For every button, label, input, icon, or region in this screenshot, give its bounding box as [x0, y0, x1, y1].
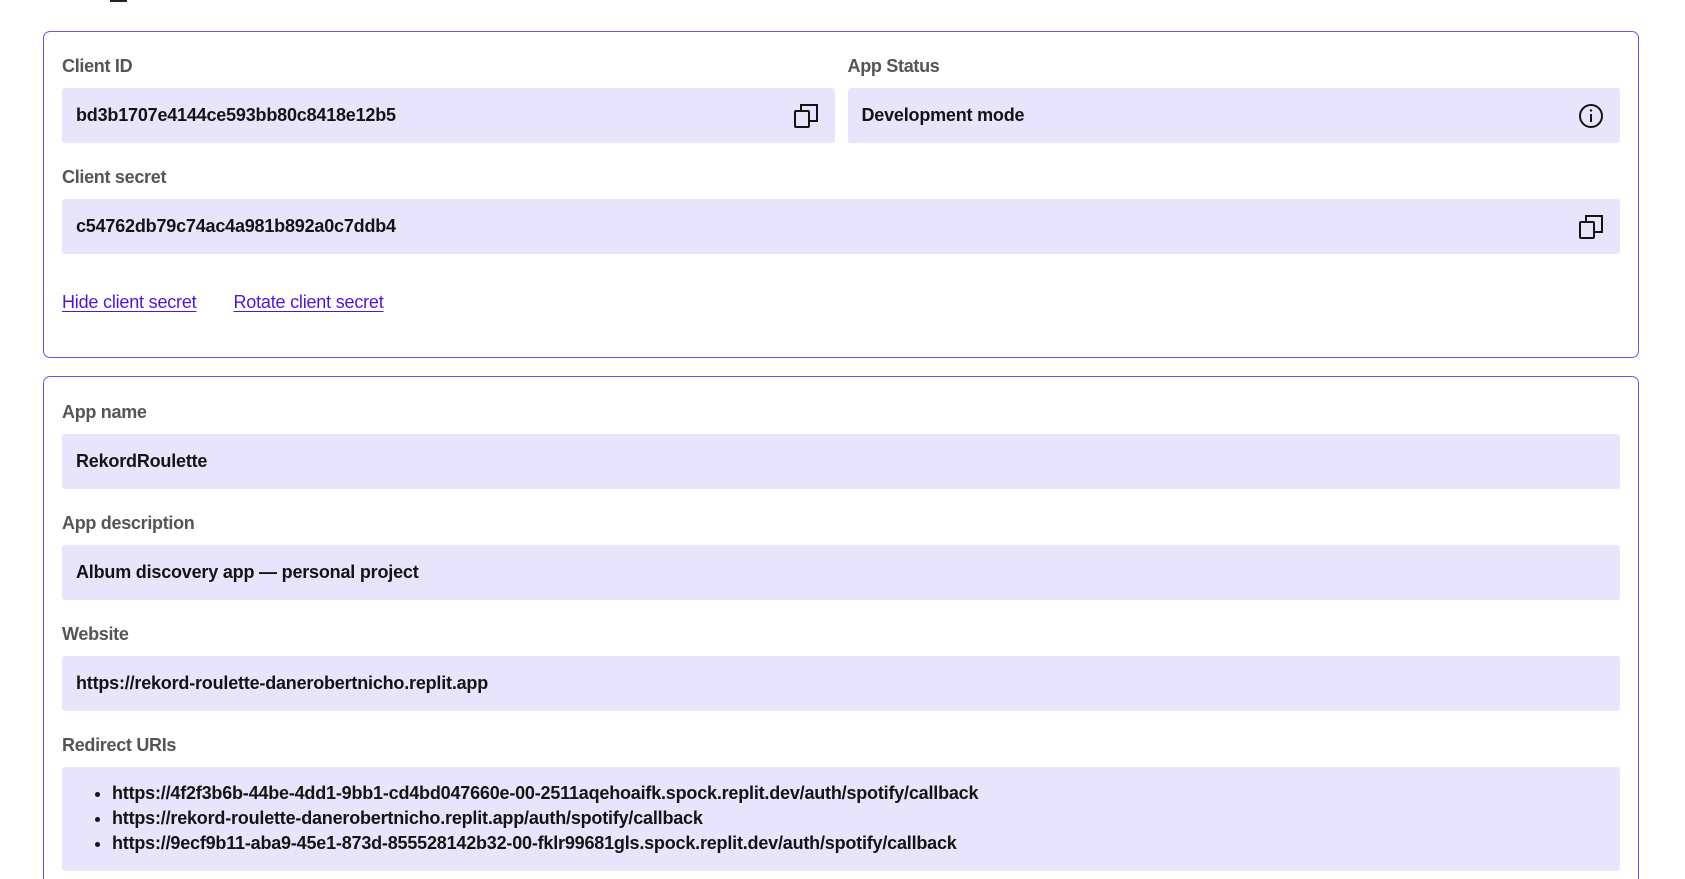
app-status-section: App Status Development mode [847, 54, 1620, 143]
copy-client-id-button[interactable] [791, 101, 821, 131]
secret-actions: Hide client secret Rotate client secret [62, 292, 1620, 313]
app-description-section: App description Album discovery app — pe… [62, 511, 1620, 600]
website-section: Website https://rekord-roulette-danerobe… [62, 622, 1620, 711]
client-secret-section: Client secret c54762db79c74ac4a981b892a0… [62, 165, 1620, 254]
app-details-card: App name RekordRoulette App description … [43, 376, 1639, 879]
redirect-uri-item: https://rekord-roulette-danerobertnicho.… [112, 806, 1606, 831]
redirect-uris-field: https://4f2f3b6b-44be-4dd1-9bb1-cd4bd047… [62, 767, 1620, 871]
redirect-uri-item: https://4f2f3b6b-44be-4dd1-9bb1-cd4bd047… [112, 781, 1606, 806]
info-icon [1579, 103, 1603, 128]
app-name-label: App name [62, 402, 147, 422]
redirect-uris-section: Redirect URIs https://4f2f3b6b-44be-4dd1… [62, 733, 1620, 871]
top-cropped-element [110, 0, 127, 2]
copy-icon [793, 103, 818, 128]
client-id-field: bd3b1707e4144ce593bb80c8418e12b5 [62, 88, 835, 143]
credentials-card: Client ID bd3b1707e4144ce593bb80c8418e12… [43, 31, 1639, 358]
client-secret-value: c54762db79c74ac4a981b892a0c7ddb4 [76, 216, 396, 236]
app-status-field: Development mode [847, 88, 1620, 143]
app-settings-page: Client ID bd3b1707e4144ce593bb80c8418e12… [0, 0, 1685, 879]
client-secret-field: c54762db79c74ac4a981b892a0c7ddb4 [62, 199, 1620, 254]
website-field: https://rekord-roulette-danerobertnicho.… [62, 656, 1620, 711]
copy-icon [1579, 214, 1603, 239]
app-name-value: RekordRoulette [76, 451, 208, 471]
website-value: https://rekord-roulette-danerobertnicho.… [76, 673, 489, 693]
client-id-section: Client ID bd3b1707e4144ce593bb80c8418e12… [62, 54, 835, 143]
app-status-label: App Status [847, 56, 940, 76]
app-status-value: Development mode [861, 105, 1025, 125]
redirect-uri-item: https://9ecf9b11-aba9-45e1-873d-85552814… [112, 831, 1606, 856]
copy-client-secret-button[interactable] [1576, 212, 1606, 242]
client-id-label: Client ID [62, 56, 133, 76]
redirect-uris-label: Redirect URIs [62, 735, 177, 755]
app-description-value: Album discovery app — personal project [76, 562, 419, 582]
client-id-value: bd3b1707e4144ce593bb80c8418e12b5 [76, 105, 396, 125]
rotate-client-secret-link[interactable]: Rotate client secret [233, 292, 383, 313]
app-name-section: App name RekordRoulette [62, 400, 1620, 489]
app-description-field: Album discovery app — personal project [62, 545, 1620, 600]
website-label: Website [62, 624, 129, 644]
redirect-uri-list: https://4f2f3b6b-44be-4dd1-9bb1-cd4bd047… [76, 781, 1606, 856]
client-secret-label: Client secret [62, 167, 167, 187]
app-description-label: App description [62, 513, 195, 533]
app-name-field: RekordRoulette [62, 434, 1620, 489]
app-status-info-button[interactable] [1576, 101, 1606, 131]
hide-client-secret-link[interactable]: Hide client secret [62, 292, 197, 313]
